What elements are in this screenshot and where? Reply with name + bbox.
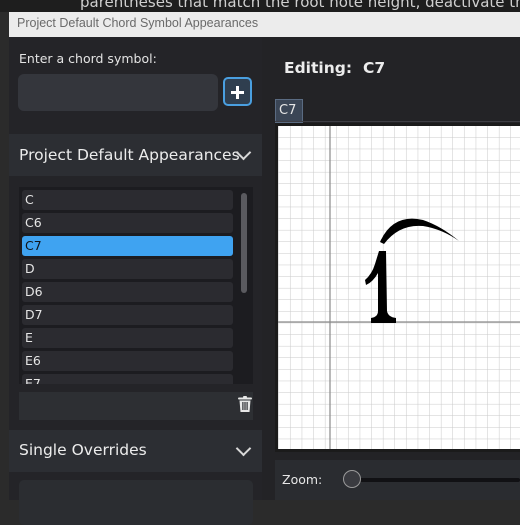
- tab-c7[interactable]: C7: [275, 99, 303, 123]
- title-bar[interactable]: Project Default Chord Symbol Appearances: [9, 12, 520, 37]
- project-default-appearances-header[interactable]: Project Default Appearances: [9, 134, 262, 176]
- list-item[interactable]: E: [22, 328, 233, 348]
- list-item-selected[interactable]: C7: [22, 236, 233, 256]
- chord-edit-canvas[interactable]: [275, 123, 520, 452]
- editor-pane: Editing: C7 C7 Zoom:: [262, 37, 520, 500]
- zoom-slider-thumb[interactable]: [343, 470, 361, 488]
- chord-input-label: Enter a chord symbol:: [19, 51, 157, 66]
- editing-chord-value: C7: [363, 59, 386, 77]
- window-title: Project Default Chord Symbol Appearances: [17, 16, 259, 30]
- background-document-text: parentheses that match the root note hei…: [80, 0, 520, 11]
- list-item[interactable]: D: [22, 259, 233, 279]
- list-footer: [19, 392, 253, 420]
- list-item[interactable]: E6: [22, 351, 233, 371]
- editing-label: Editing:: [284, 59, 353, 77]
- tab-c7-label: C7: [279, 103, 297, 118]
- single-overrides-header[interactable]: Single Overrides: [9, 430, 262, 472]
- list-item[interactable]: D6: [22, 282, 233, 302]
- chord-appearances-window: Project Default Chord Symbol Appearances…: [9, 12, 520, 525]
- list-item[interactable]: C6: [22, 213, 233, 233]
- background-document: parentheses that match the root note hei…: [0, 0, 520, 12]
- list-item[interactable]: D7: [22, 305, 233, 325]
- list-item[interactable]: C: [22, 190, 233, 210]
- zoom-bar: Zoom:: [275, 460, 520, 500]
- add-chord-button[interactable]: [223, 77, 252, 106]
- chord-symbol-input[interactable]: [18, 74, 218, 111]
- left-pane: Enter a chord symbol: Project Default Ap…: [9, 37, 262, 525]
- list-scrollbar-thumb[interactable]: [241, 193, 247, 293]
- single-overrides-panel: [19, 480, 253, 525]
- tab-divider: [275, 121, 520, 122]
- zoom-label: Zoom:: [282, 472, 323, 487]
- trash-icon[interactable]: [238, 396, 252, 412]
- project-default-appearances-title: Project Default Appearances: [19, 146, 240, 164]
- zoom-slider-track[interactable]: [351, 478, 520, 482]
- single-overrides-title: Single Overrides: [19, 441, 147, 459]
- list-item[interactable]: E7: [22, 374, 233, 384]
- chord-list[interactable]: C C6 C7 D D6 D7 E E6 E7: [19, 187, 253, 384]
- chevron-down-icon[interactable]: [235, 440, 252, 457]
